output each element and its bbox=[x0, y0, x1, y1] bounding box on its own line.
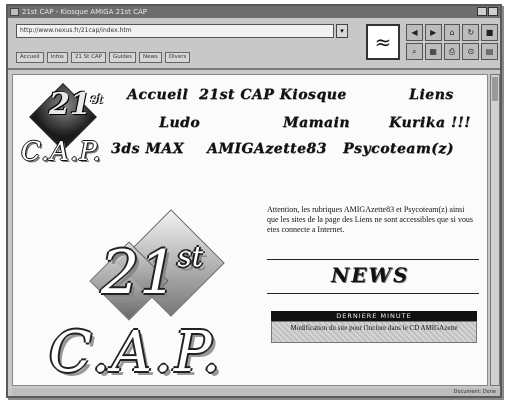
bookmark-21cap[interactable]: 21 St CAP bbox=[70, 51, 106, 63]
news-header: DERNIERE MINUTE bbox=[271, 311, 477, 321]
bookmark-bar: Accueil Infos 21 St CAP Guides News Dive… bbox=[16, 50, 356, 64]
news-body: Modification du site pour l'inclure dans… bbox=[271, 321, 477, 343]
small-logo-cap: C.A.P. bbox=[21, 137, 102, 167]
small-logo-number: 21st bbox=[49, 87, 104, 122]
nav-link-kurika[interactable]: Kurika !!! bbox=[389, 115, 471, 131]
url-input[interactable]: http://www.nexus.fr/21cap/index.htm bbox=[16, 24, 334, 38]
minimize-button[interactable] bbox=[477, 7, 487, 16]
find-icon[interactable]: ⊙ bbox=[462, 43, 480, 60]
nav-link-ludo[interactable]: Ludo bbox=[159, 115, 200, 131]
browser-window: 21st CAP - Kiosque AMIGA 21st CAP http:/… bbox=[6, 4, 502, 398]
system-menu-icon[interactable] bbox=[10, 8, 19, 16]
bookmark-guides[interactable]: Guides bbox=[108, 51, 137, 63]
print-icon[interactable]: ⎙ bbox=[443, 43, 461, 60]
notice-text: Attention, les rubriques AMIGAzette83 et… bbox=[267, 205, 473, 234]
forward-icon[interactable]: ▶ bbox=[424, 24, 442, 41]
nav-link-psycoteam[interactable]: Psycoteam(z) bbox=[343, 141, 454, 157]
bookmark-news[interactable]: News bbox=[139, 51, 162, 63]
window-controls bbox=[477, 7, 498, 16]
nav-link-accueil[interactable]: Accueil bbox=[127, 87, 188, 103]
url-dropdown-button[interactable]: ▾ bbox=[336, 24, 348, 38]
title-bar: 21st CAP - Kiosque AMIGA 21st CAP bbox=[8, 6, 500, 18]
reload-icon[interactable]: ↻ bbox=[462, 24, 480, 41]
back-icon[interactable]: ◀ bbox=[406, 24, 423, 41]
toolbar-buttons: ◀ ▶ ⌂ ↻ ■ ⌕ ▦ ⎙ ⊙ ▤ bbox=[406, 24, 498, 60]
vertical-scrollbar[interactable] bbox=[490, 74, 500, 386]
bookmark-divers[interactable]: Divers bbox=[164, 51, 191, 63]
stop-icon[interactable]: ■ bbox=[481, 24, 498, 41]
images-icon[interactable]: ▦ bbox=[424, 43, 442, 60]
status-bar: Document: Done bbox=[12, 388, 500, 396]
scrollbar-thumb[interactable] bbox=[492, 77, 498, 101]
maximize-button[interactable] bbox=[488, 7, 498, 16]
big-logo-number: 21st bbox=[101, 238, 203, 308]
search-icon[interactable]: ⌕ bbox=[406, 43, 423, 60]
divider bbox=[267, 293, 479, 294]
browser-logo-icon: ≈ bbox=[366, 24, 400, 60]
page-content: 21st C.A.P. Accueil 21st CAP Kiosque Lie… bbox=[12, 74, 488, 386]
nav-link-3ds-max[interactable]: 3ds MAX bbox=[111, 141, 184, 157]
nav-link-amigazette[interactable]: AMIGAzette83 bbox=[207, 141, 327, 157]
nav-link-liens[interactable]: Liens bbox=[409, 87, 454, 103]
nav-link-mamain[interactable]: Mamain bbox=[283, 115, 350, 131]
nav-link-cap-kiosque[interactable]: 21st CAP Kiosque bbox=[199, 87, 347, 103]
bookmark-infos[interactable]: Infos bbox=[46, 51, 68, 63]
home-icon[interactable]: ⌂ bbox=[443, 24, 461, 41]
big-logo-cap: C.A.P. bbox=[49, 320, 223, 385]
news-title: NEWS bbox=[331, 263, 410, 287]
open-icon[interactable]: ▤ bbox=[481, 43, 498, 60]
bookmark-accueil[interactable]: Accueil bbox=[16, 51, 44, 63]
toolbar: http://www.nexus.fr/21cap/index.htm ▾ ≈ … bbox=[8, 18, 500, 70]
window-title: 21st CAP - Kiosque AMIGA 21st CAP bbox=[22, 8, 148, 16]
divider bbox=[267, 259, 479, 260]
